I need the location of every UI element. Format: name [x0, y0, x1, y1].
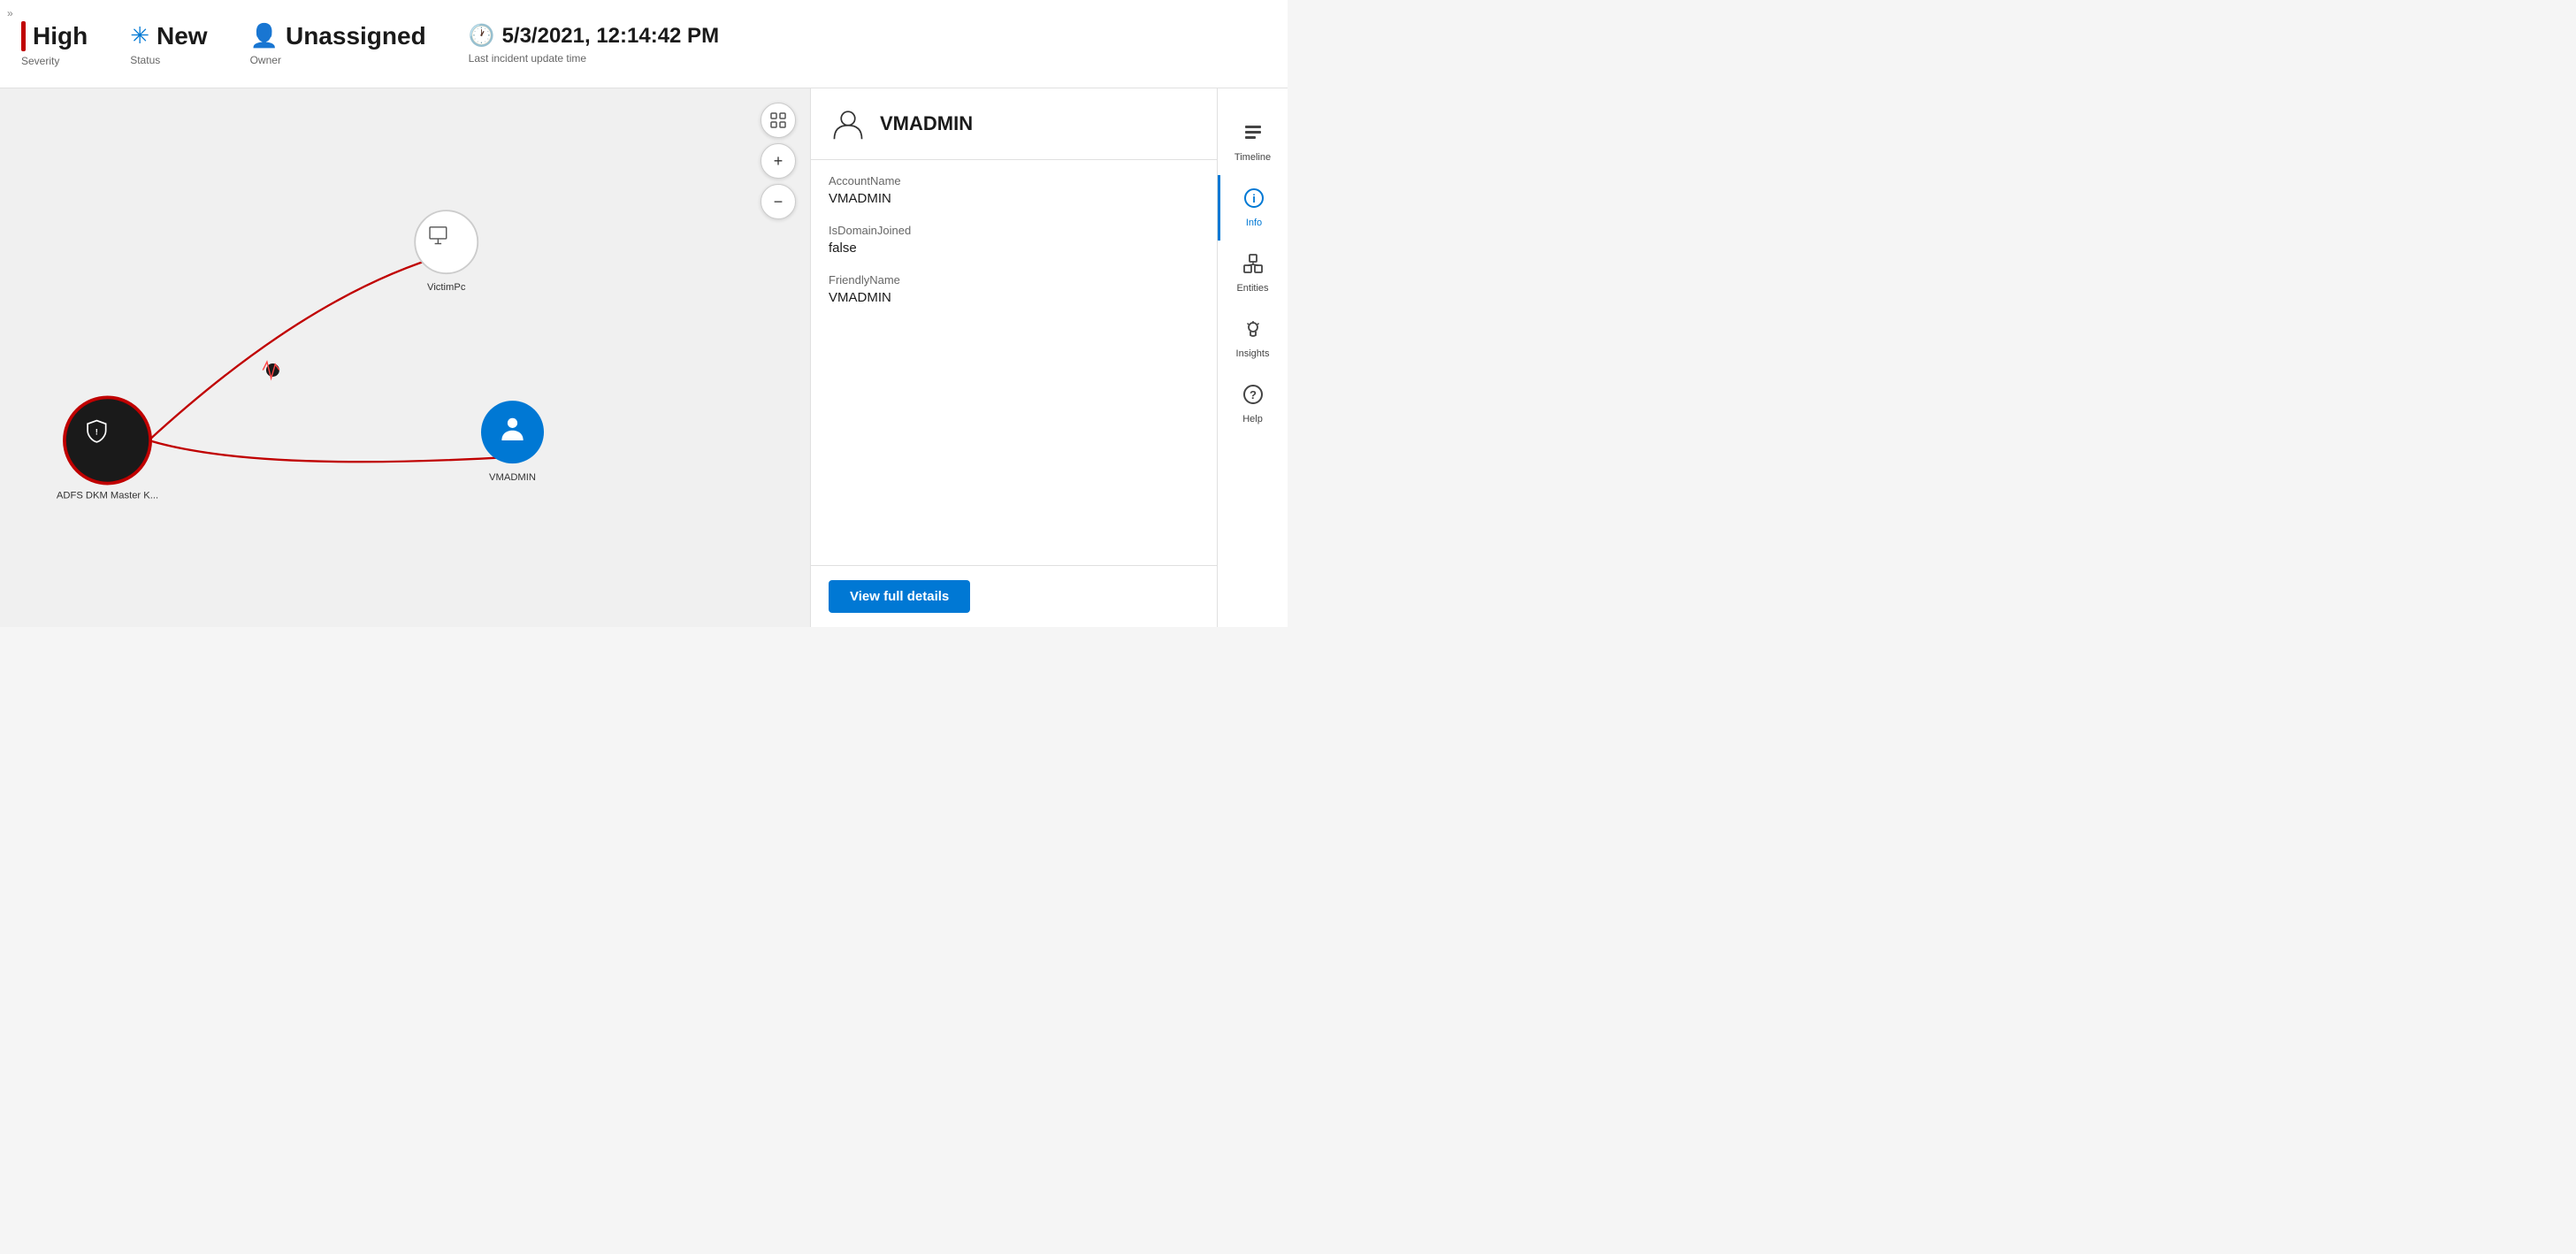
status-value: New [157, 22, 208, 50]
detail-label-friendly: FriendlyName [829, 273, 1199, 287]
severity-label: Severity [21, 55, 88, 67]
detail-value-friendly: VMADMIN [829, 290, 1199, 305]
severity-value: High [33, 22, 88, 50]
detail-value-domain: false [829, 241, 1199, 256]
severity-item: High Severity [21, 21, 88, 67]
entity-name: VMADMIN [880, 112, 973, 135]
sidebar-label-timeline: Timeline [1234, 152, 1271, 163]
entity-details: AccountName VMADMIN IsDomainJoined false… [811, 160, 1217, 565]
panel-footer: View full details [811, 565, 1217, 627]
detail-domain-joined: IsDomainJoined false [829, 224, 1199, 256]
sidebar-item-insights[interactable]: Insights [1218, 306, 1288, 371]
datetime-value: 5/3/2021, 12:14:42 PM [502, 24, 720, 49]
severity-bar [21, 21, 26, 51]
view-details-button[interactable]: View full details [829, 580, 970, 613]
svg-text:?: ? [1250, 388, 1257, 401]
collapse-arrow[interactable]: » [7, 7, 13, 19]
sidebar-label-info: Info [1246, 218, 1262, 228]
sidebar-label-help: Help [1242, 414, 1263, 424]
entities-icon [1242, 253, 1264, 279]
sidebar: » Timeline i Info [1217, 88, 1288, 627]
user-node-label: VMADMIN [489, 472, 536, 483]
datetime-item: 🕐 5/3/2021, 12:14:42 PM Last incident up… [469, 23, 719, 65]
detail-label-domain: IsDomainJoined [829, 224, 1199, 237]
owner-label: Owner [250, 54, 426, 66]
owner-icon: 👤 [250, 22, 279, 50]
clock-icon: 🕐 [469, 23, 495, 49]
timeline-icon [1242, 122, 1264, 149]
info-icon: i [1243, 187, 1265, 214]
owner-value: Unassigned [286, 22, 426, 50]
graph-area[interactable]: + − ! ADFS DKM Master K... [0, 88, 810, 627]
datetime-label: Last incident update time [469, 52, 719, 65]
detail-value-account: VMADMIN [829, 191, 1199, 206]
status-icon: ✳ [130, 22, 149, 50]
pc-node-label: VictimPc [427, 282, 466, 293]
help-icon: ? [1242, 384, 1264, 410]
alert-node-label: ADFS DKM Master K... [57, 490, 158, 501]
graph-svg: ! ADFS DKM Master K... VictimPc VMADMIN [0, 88, 810, 627]
main-area: + − ! ADFS DKM Master K... [0, 88, 1288, 627]
right-panel: VMADMIN AccountName VMADMIN IsDomainJoin… [810, 88, 1217, 627]
sidebar-item-info[interactable]: i Info [1218, 175, 1288, 241]
detail-friendly-name: FriendlyName VMADMIN [829, 273, 1199, 305]
sidebar-label-entities: Entities [1236, 283, 1268, 294]
zoom-controls: + − [761, 103, 796, 219]
entity-avatar [829, 104, 868, 143]
sidebar-item-entities[interactable]: Entities [1218, 241, 1288, 306]
entity-header: VMADMIN [811, 88, 1217, 160]
fit-button[interactable] [761, 103, 796, 138]
svg-text:!: ! [96, 427, 98, 436]
status-label: Status [130, 54, 207, 66]
insights-icon [1242, 318, 1264, 345]
zoom-out-button[interactable]: − [761, 184, 796, 219]
sidebar-item-timeline[interactable]: Timeline [1218, 110, 1288, 175]
header: High Severity ✳ New Status 👤 Unassigned … [0, 0, 1288, 88]
detail-label-account: AccountName [829, 174, 1199, 187]
sidebar-item-help[interactable]: ? Help [1218, 371, 1288, 437]
status-item: ✳ New Status [130, 22, 207, 66]
owner-item: 👤 Unassigned Owner [250, 22, 426, 66]
zoom-in-button[interactable]: + [761, 143, 796, 179]
svg-text:i: i [1252, 192, 1256, 205]
detail-account-name: AccountName VMADMIN [829, 174, 1199, 206]
sidebar-label-insights: Insights [1236, 348, 1270, 359]
